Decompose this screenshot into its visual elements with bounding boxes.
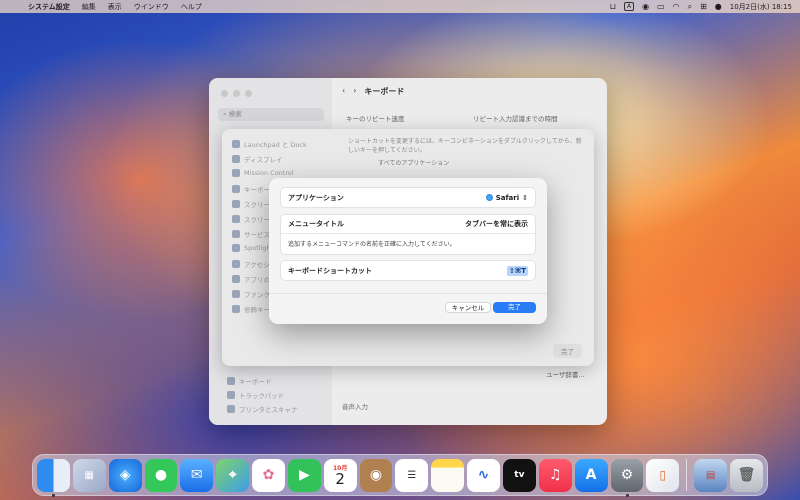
sidebar-item-trackpad[interactable]: トラックパッド (227, 389, 284, 400)
iphone-mirroring-icon[interactable]: ▯ (646, 458, 680, 492)
sheet-item-launchpad[interactable]: Launchpad と Dock (232, 139, 307, 149)
menu-bar: システム設定 編集 表示 ウインドウ ヘルプ ⊔ A ◉ ▭ ◠ ⌕ ⊞ ● 1… (0, 0, 800, 13)
menu-title-input[interactable]: タブバーを常に表示 (465, 219, 528, 229)
search-icon[interactable]: ⌕ (688, 2, 692, 12)
window-titlebar: ‹ › キーボード (342, 86, 404, 97)
user-dictionary-button[interactable]: ユーザ辞書... (546, 369, 585, 379)
contacts-icon[interactable]: ◉ (359, 458, 393, 492)
spotlight-icon (232, 244, 240, 252)
printer-icon (227, 404, 235, 413)
input-source-indicator[interactable]: A (623, 2, 635, 11)
notes-icon[interactable] (431, 458, 465, 492)
wifi-icon[interactable]: ◠ (673, 2, 680, 11)
safari-icon[interactable]: ◈ (108, 458, 142, 492)
sheet-item-display[interactable]: ディスプレイ (232, 154, 283, 164)
application-label: アプリケーション (288, 193, 344, 202)
menu-view[interactable]: 表示 (108, 2, 122, 12)
menu-edit[interactable]: 編集 (82, 2, 96, 12)
dock-separator (686, 459, 688, 491)
menu-title-label: メニュータイトル (288, 220, 344, 228)
tv-icon[interactable]: tv (502, 458, 536, 492)
shortcut-group: キーボードショートカット ⇧⌘T (280, 260, 536, 281)
menu-title-hint: 追加するメニューコマンドの名前を正確に入力してください。 (288, 241, 456, 248)
display-icon (232, 155, 240, 163)
dock: ▦ ◈ ● ✉ ⌖ ✿ ▶ 10月 2 ◉ ☰ ∿ tv ♫ A ⚙ ▯ ▤ 🗑 (32, 454, 768, 497)
app-shortcuts-icon (232, 275, 240, 283)
voice-input-label: 音声入力 (342, 403, 368, 411)
trash-icon[interactable]: 🗑 (730, 458, 763, 492)
menu-title-group: メニュータイトル タブバーを常に表示 追加するメニューコマンドの名前を正確に入力… (280, 214, 536, 255)
downloads-folder-icon[interactable]: ▤ (694, 458, 728, 492)
add-shortcut-dialog: アプリケーション Safari ⇕ メニュータイトル タブバーを常に表示 追加す… (269, 178, 547, 324)
siri-icon[interactable]: ● (715, 2, 722, 11)
sheet-item-spotlight[interactable]: Spotlight (232, 244, 273, 252)
done-button[interactable]: 完了 (493, 302, 536, 313)
system-settings-icon[interactable]: ⚙ (610, 458, 644, 497)
zoom-button[interactable] (245, 90, 252, 97)
menu-help[interactable]: ヘルプ (181, 2, 202, 12)
vpn-icon[interactable]: ⊔ (610, 2, 616, 11)
sheet-item-modifier-keys[interactable]: 修飾キー (232, 304, 270, 314)
maps-icon[interactable]: ⌖ (216, 458, 250, 492)
sheet-item-services[interactable]: サービス (232, 229, 270, 239)
popup-stepper-icon: ⇕ (522, 193, 528, 202)
function-keys-icon (232, 290, 240, 298)
application-row: アプリケーション Safari ⇕ (281, 188, 535, 207)
application-group: アプリケーション Safari ⇕ (280, 187, 536, 208)
sheet-item-mission-control[interactable]: Mission Control (232, 169, 294, 177)
keyboard-icon (227, 376, 235, 385)
menu-window[interactable]: ウインドウ (134, 2, 169, 12)
shortcut-label: キーボードショートカット (288, 266, 372, 275)
mail-icon[interactable]: ✉ (180, 458, 214, 492)
back-chevron-icon[interactable]: ‹ (342, 86, 345, 97)
facetime-icon[interactable]: ▶ (287, 458, 321, 492)
freeform-icon[interactable]: ∿ (467, 458, 500, 492)
screenshot-icon (232, 200, 240, 208)
keyboard-icon (232, 185, 240, 193)
dialog-divider (269, 293, 547, 294)
safari-icon (485, 194, 493, 201)
sheet-content: ショートカットを変更するには、キーコンビネーションをダブルクリックしてから、新し… (348, 137, 586, 168)
messages-icon[interactable]: ● (144, 458, 178, 492)
services-icon (232, 230, 240, 238)
control-center-icon[interactable]: ⊞ (700, 2, 707, 11)
sheet-description: ショートカットを変更するには、キーコンビネーションをダブルクリックしてから、新し… (348, 138, 582, 154)
launchpad-icon (232, 140, 240, 148)
repeat-delay-label: リピート入力認識までの時間 (473, 115, 558, 123)
accessibility-icon (232, 260, 240, 268)
music-icon[interactable]: ♫ (538, 458, 572, 492)
battery-icon[interactable]: ▭ (657, 2, 665, 11)
calendar-icon[interactable]: 10月 2 (323, 458, 357, 492)
photos-icon[interactable]: ✿ (252, 458, 285, 492)
sidebar-item-keyboard[interactable]: キーボード (227, 375, 272, 386)
menu-title-row: メニュータイトル タブバーを常に表示 (281, 215, 535, 234)
shortcut-input[interactable]: ⇧⌘T (480, 265, 528, 276)
forward-chevron-icon[interactable]: › (353, 86, 356, 97)
all-applications-row[interactable]: すべてのアプリケーション (348, 159, 586, 168)
reminders-icon[interactable]: ☰ (395, 458, 429, 492)
cancel-button[interactable]: キャンセル (445, 302, 491, 313)
screen-icon (232, 215, 240, 223)
sheet-done-button[interactable]: 完了 (553, 344, 582, 358)
search-input[interactable]: ⌕ 検索 (218, 108, 324, 121)
sidebar-item-printers[interactable]: プリンタとスキャナ (227, 403, 298, 414)
modifier-keys-icon (232, 305, 240, 313)
shortcut-row: キーボードショートカット ⇧⌘T (281, 261, 535, 280)
menu-clock[interactable]: 10月2日(水) 18:15 (730, 2, 792, 12)
minimize-button[interactable] (233, 90, 240, 97)
menu-app-name[interactable]: システム設定 (28, 2, 70, 12)
close-button[interactable] (221, 90, 228, 97)
mission-control-icon (232, 169, 240, 177)
finder-icon[interactable] (37, 458, 70, 497)
trackpad-icon (227, 390, 235, 399)
shortcut-keys: ⇧⌘T (506, 265, 528, 276)
page-title: キーボード (364, 87, 405, 96)
application-popup[interactable]: Safari ⇕ (485, 193, 528, 202)
key-repeat-label: キーのリピート速度 (346, 115, 405, 123)
window-controls (221, 90, 252, 97)
app-store-icon[interactable]: A (574, 458, 608, 492)
launchpad-icon[interactable]: ▦ (72, 458, 106, 492)
record-icon[interactable]: ◉ (642, 2, 649, 11)
